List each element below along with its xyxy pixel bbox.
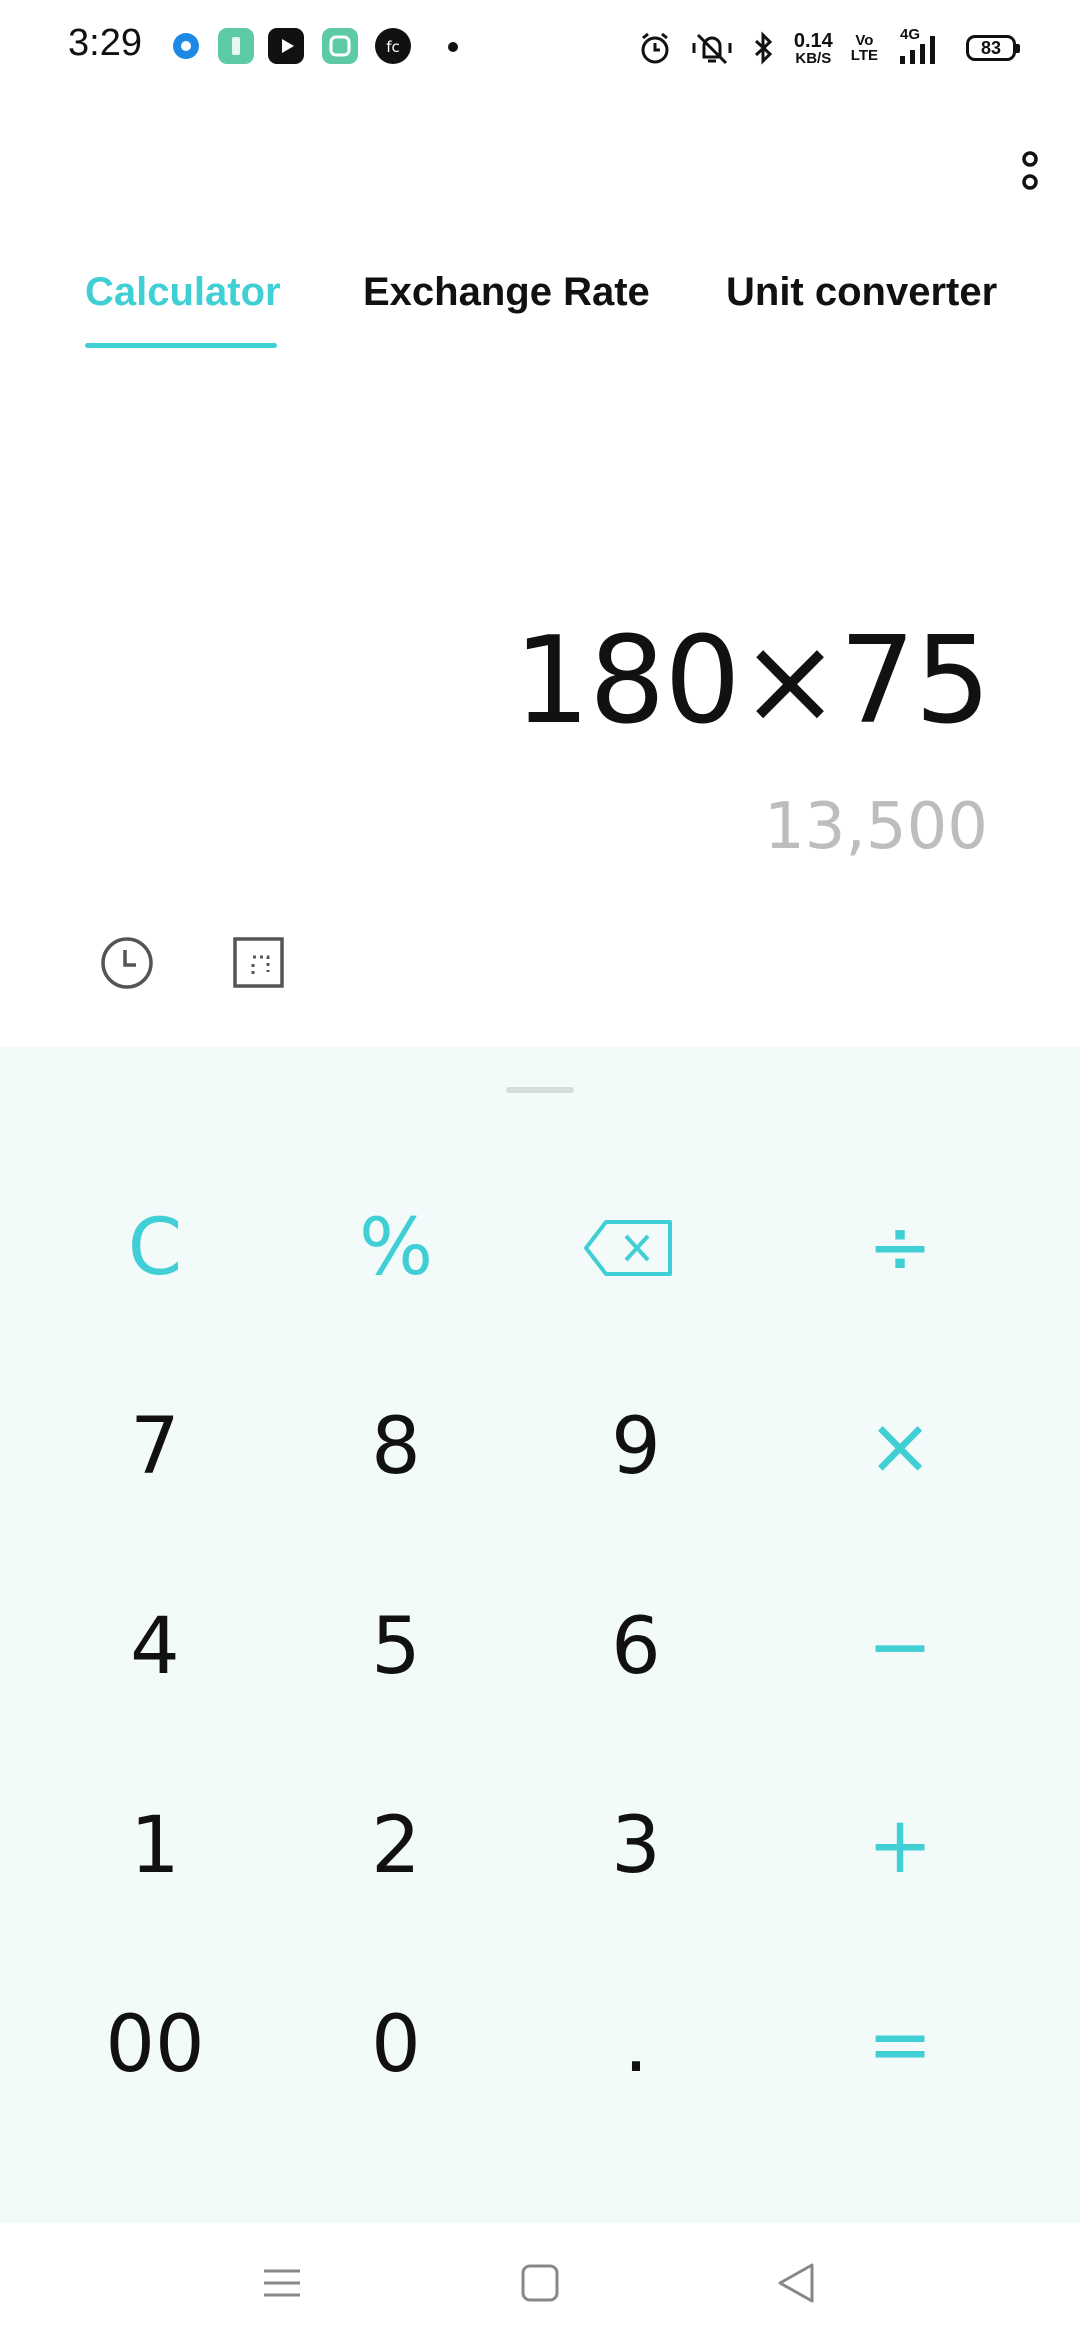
decimal-button[interactable]: . [536,1960,736,2130]
green-app-icon [218,28,254,64]
tab-unit-converter[interactable]: Unit converter [726,270,997,315]
back-triangle-icon [778,2263,814,2303]
svg-text:fc: fc [386,38,400,56]
tab-calculator[interactable]: Calculator [85,270,281,315]
key-00[interactable]: 00 [55,1960,255,2130]
status-bar: 3:29 fc 0.14 KB/S Vo LTE 4G 83 [0,0,1080,96]
clear-button[interactable]: C [55,1163,255,1333]
home-square-icon [521,2264,559,2302]
keypad-drag-handle[interactable] [506,1087,574,1093]
menu-lines-icon [264,2269,300,2297]
key-1[interactable]: 1 [55,1761,255,1931]
history-button[interactable] [96,932,158,994]
bluetooth-icon [754,31,773,65]
key-6[interactable]: 6 [536,1562,736,1732]
more-options-button[interactable] [1006,146,1054,194]
mode-tabs: Calculator Exchange Rate Unit converter [0,270,1080,350]
youtube-icon [268,28,304,64]
key-2[interactable]: 2 [296,1761,496,1931]
key-8[interactable]: 8 [296,1362,496,1532]
tab-exchange-rate[interactable]: Exchange Rate [363,270,650,315]
divide-button[interactable]: ÷ [800,1163,1000,1333]
recent-apps-button[interactable] [252,2253,312,2313]
key-9[interactable]: 9 [536,1362,736,1532]
backspace-icon [584,1220,672,1276]
alarm-icon [641,32,669,64]
key-0[interactable]: 0 [296,1960,496,2130]
keypad: C % ÷ 7 8 9 × 4 5 6 − 1 2 3 + 00 0 . = [0,1047,1080,2223]
home-button[interactable] [510,2253,570,2313]
percent-button[interactable]: % [296,1163,496,1333]
more-dot-icon [448,42,458,52]
volte-top-label: Vo [855,32,874,49]
scientific-mode-icon [233,937,284,988]
status-time: 3:29 [68,22,142,64]
system-status-icons: 0.14 KB/S Vo LTE 4G 83 [638,24,1020,72]
equals-button[interactable]: = [800,1960,1000,2130]
more-vertical-icon [1022,151,1038,190]
plus-button[interactable]: + [800,1761,1000,1931]
minus-button[interactable]: − [800,1562,1000,1732]
key-3[interactable]: 3 [536,1761,736,1931]
result-display: 13,500 [764,790,988,864]
volte-bottom-label: LTE [850,47,878,64]
key-5[interactable]: 5 [296,1562,496,1732]
blue-circle-app-icon [168,28,204,64]
expression-display: 180×75 [513,612,991,751]
signal-icon: 4G [896,26,948,68]
volte-indicator: Vo LTE [851,33,878,63]
network-speed: 0.14 KB/S [794,31,833,66]
backspace-button[interactable] [528,1163,728,1333]
scientific-mode-button[interactable] [228,932,290,994]
navigation-bar [0,2223,1080,2340]
network-speed-unit: KB/S [795,49,832,67]
key-4[interactable]: 4 [55,1562,255,1732]
multiply-button[interactable]: × [800,1362,1000,1532]
teal-square-app-icon [322,28,358,64]
battery-level: 83 [980,37,1002,58]
network-speed-value: 0.14 [793,29,833,52]
key-7[interactable]: 7 [55,1362,255,1532]
back-button[interactable] [768,2253,828,2313]
vibrate-silent-icon [692,33,732,65]
battery-icon: 83 [966,35,1020,61]
fc-app-icon: fc [375,28,411,64]
history-icon [101,937,153,989]
active-tab-indicator [85,343,277,348]
